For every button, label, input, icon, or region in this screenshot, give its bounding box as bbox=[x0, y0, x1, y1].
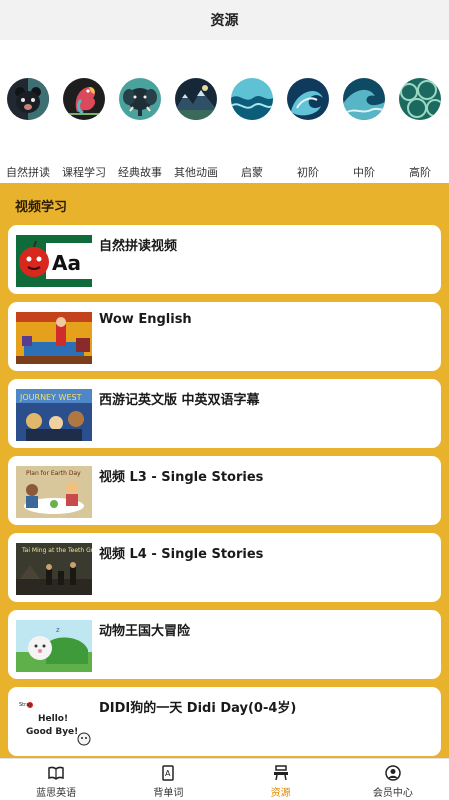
svg-text:JOURNEY WEST: JOURNEY WEST bbox=[19, 393, 82, 402]
category-advanced[interactable]: 高阶 bbox=[392, 40, 448, 183]
top-bar: 资源 bbox=[0, 0, 449, 40]
svg-text:Plan for Earth Day: Plan for Earth Day bbox=[26, 470, 81, 477]
video-card[interactable]: Tai Ming at the Teeth Grid 视频 L4 - Singl… bbox=[8, 533, 441, 602]
stage-teacher-thumbnail bbox=[16, 312, 92, 364]
video-card[interactable]: Aa 自然拼读视频 bbox=[8, 225, 441, 294]
tab-vocabulary[interactable]: A 背单词 bbox=[112, 759, 224, 800]
video-title: 视频 L4 - Single Stories bbox=[99, 547, 264, 562]
video-section: 视频学习 Aa 自然拼读视频 Wow English JOURNEY WEST … bbox=[0, 183, 449, 758]
mountain-landscape-icon bbox=[175, 78, 217, 120]
word-card-icon: A bbox=[162, 765, 175, 781]
svg-text:Aa: Aa bbox=[52, 251, 81, 275]
tab-resources[interactable]: 资源 bbox=[225, 759, 337, 800]
bottom-tab-bar: 蓝思英语 A 背单词 资源 会员中心 bbox=[0, 758, 449, 800]
hello-goodbye-thumbnail: Stray Hello! Good Bye! bbox=[16, 697, 92, 749]
monkey-king-thumbnail: JOURNEY WEST bbox=[16, 389, 92, 441]
page-title: 资源 bbox=[210, 13, 239, 29]
svg-text:Tai Ming at the Teeth Grid: Tai Ming at the Teeth Grid bbox=[21, 547, 92, 554]
bear-face-icon bbox=[7, 78, 49, 120]
video-card[interactable]: Plan for Earth Day 视频 L3 - Single Storie… bbox=[8, 456, 441, 525]
category-strip[interactable]: 自然拼读 课程学习 经典故事 其他动画 启蒙 初阶 中阶 高阶 bbox=[0, 40, 449, 183]
user-circle-icon bbox=[385, 765, 401, 781]
parrot-icon bbox=[63, 78, 105, 120]
tab-lanxi-english[interactable]: 蓝思英语 bbox=[0, 759, 112, 800]
category-phonics[interactable]: 自然拼读 bbox=[0, 40, 56, 183]
tab-label: 背单词 bbox=[153, 788, 184, 799]
elephant-icon bbox=[119, 78, 161, 120]
resource-stack-icon bbox=[273, 765, 288, 781]
video-title: 西游记英文版 中英双语字幕 bbox=[99, 393, 260, 408]
video-title: Wow English bbox=[99, 312, 192, 327]
video-title: 动物王国大冒险 bbox=[99, 624, 191, 639]
category-intermediate[interactable]: 中阶 bbox=[336, 40, 392, 183]
svg-text:Stray: Stray bbox=[19, 702, 32, 708]
category-course[interactable]: 课程学习 bbox=[56, 40, 112, 183]
svg-text:Hello!: Hello! bbox=[38, 714, 68, 724]
svg-text:z: z bbox=[56, 626, 60, 634]
category-beginner[interactable]: 启蒙 bbox=[224, 40, 280, 183]
video-card[interactable]: Stray Hello! Good Bye! DIDI狗的一天 Didi Day(0… bbox=[8, 687, 441, 756]
wave-icon bbox=[231, 78, 273, 120]
village-night-thumbnail: Tai Ming at the Teeth Grid bbox=[16, 543, 92, 595]
section-title: 视频学习 bbox=[15, 200, 68, 215]
family-dinner-thumbnail: Plan for Earth Day bbox=[16, 466, 92, 518]
video-card[interactable]: z 动物王国大冒险 bbox=[8, 610, 441, 679]
book-open-icon bbox=[48, 766, 64, 781]
svg-text:A: A bbox=[165, 769, 171, 778]
video-card[interactable]: JOURNEY WEST 西游记英文版 中英双语字幕 bbox=[8, 379, 441, 448]
category-other-animation[interactable]: 其他动画 bbox=[168, 40, 224, 183]
tab-member-center[interactable]: 会员中心 bbox=[337, 759, 449, 800]
waves-pattern-icon bbox=[399, 78, 441, 120]
apple-letters-thumbnail: Aa bbox=[16, 235, 92, 287]
tab-label: 资源 bbox=[270, 788, 291, 799]
category-stories[interactable]: 经典故事 bbox=[112, 40, 168, 183]
video-title: 自然拼读视频 bbox=[99, 239, 178, 254]
sleeping-animal-thumbnail: z bbox=[16, 620, 92, 672]
wave-crest-icon bbox=[343, 78, 385, 120]
svg-text:Good Bye!: Good Bye! bbox=[26, 727, 78, 737]
video-title: 视频 L3 - Single Stories bbox=[99, 470, 264, 485]
tab-label: 蓝思英语 bbox=[36, 788, 77, 799]
category-elementary[interactable]: 初阶 bbox=[280, 40, 336, 183]
category-label: 高阶 bbox=[409, 166, 431, 179]
tab-label: 会员中心 bbox=[372, 788, 413, 799]
wave-curl-icon bbox=[287, 78, 329, 120]
video-card[interactable]: Wow English bbox=[8, 302, 441, 371]
video-title: DIDI狗的一天 Didi Day(0-4岁) bbox=[99, 701, 297, 716]
